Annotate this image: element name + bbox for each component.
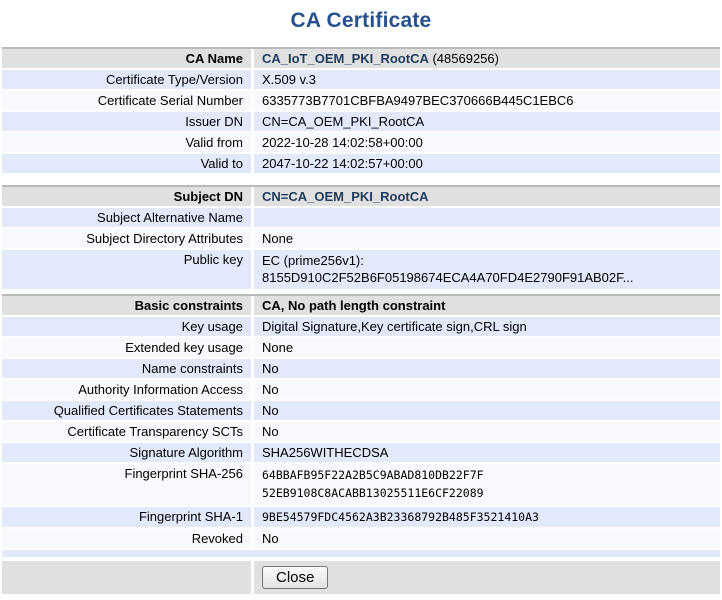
field-label: Public key bbox=[2, 250, 251, 289]
field-value: Digital Signature,Key certificate sign,C… bbox=[254, 317, 720, 336]
close-button[interactable]: Close bbox=[262, 566, 328, 589]
certificate-section: Subject DN CN=CA_OEM_PKI_RootCA Subject … bbox=[2, 185, 720, 289]
field-value: None bbox=[254, 338, 720, 357]
field-label: Valid to bbox=[2, 154, 251, 173]
field-value: No bbox=[254, 359, 720, 378]
field-value-line: EC (prime256v1): bbox=[262, 252, 712, 269]
footer-bar: Close bbox=[2, 561, 720, 594]
field-value-line: 52EB9108C8ACABB13025511E6CF22089 bbox=[262, 484, 712, 502]
certificate-section: CA Name CA_IoT_OEM_PKI_RootCA (48569256)… bbox=[2, 47, 720, 173]
section-header-value-main: CA, No path length constraint bbox=[262, 298, 445, 313]
field-value: No bbox=[254, 422, 720, 441]
field-value: SHA256WITHECDSA bbox=[254, 443, 720, 462]
field-value: 64BBAFB95F22A2B5C9ABAD810DB22F7F52EB9108… bbox=[254, 464, 720, 505]
field-value: 2047-10-22 14:02:57+00:00 bbox=[254, 154, 720, 173]
field-value: No bbox=[254, 380, 720, 399]
field-label: Fingerprint SHA-1 bbox=[2, 507, 251, 527]
field-label: Key usage bbox=[2, 317, 251, 336]
section-header-label: Subject DN bbox=[2, 187, 251, 206]
section-header-value: CA_IoT_OEM_PKI_RootCA (48569256) bbox=[254, 49, 720, 68]
field-label: Subject Directory Attributes bbox=[2, 229, 251, 248]
section-header-value: CN=CA_OEM_PKI_RootCA bbox=[254, 187, 720, 206]
section-header-label: Basic constraints bbox=[2, 296, 251, 315]
field-label: Certificate Serial Number bbox=[2, 91, 251, 110]
separator-row bbox=[2, 550, 720, 557]
field-value: No bbox=[254, 529, 720, 548]
field-value: 6335773B7701CBFBA9497BEC370666B445C1EBC6 bbox=[254, 91, 720, 110]
field-value: CN=CA_OEM_PKI_RootCA bbox=[254, 112, 720, 131]
field-value-line: 8155D910C2F52B6F05198674ECA4A70FD4E2790F… bbox=[262, 269, 712, 286]
field-label: Extended key usage bbox=[2, 338, 251, 357]
footer-button-cell: Close bbox=[254, 561, 720, 594]
field-value bbox=[254, 208, 720, 227]
field-label: Issuer DN bbox=[2, 112, 251, 131]
field-label: Fingerprint SHA-256 bbox=[2, 464, 251, 505]
certificate-section: Basic constraints CA, No path length con… bbox=[2, 294, 720, 548]
section-header-label: CA Name bbox=[2, 49, 251, 68]
field-value: X.509 v.3 bbox=[254, 70, 720, 89]
field-label: Signature Algorithm bbox=[2, 443, 251, 462]
page-title: CA Certificate bbox=[2, 9, 720, 33]
field-value: None bbox=[254, 229, 720, 248]
section-header-value-main: CN=CA_OEM_PKI_RootCA bbox=[262, 189, 429, 204]
section-header-value-main: CA_IoT_OEM_PKI_RootCA bbox=[262, 51, 429, 66]
field-value: EC (prime256v1):8155D910C2F52B6F05198674… bbox=[254, 250, 720, 289]
footer-left-cell bbox=[2, 561, 251, 594]
section-header-value-suffix: (48569256) bbox=[429, 51, 499, 66]
ca-certificate-page: CA Certificate CA Name CA_IoT_OEM_PKI_Ro… bbox=[2, 9, 720, 594]
certificate-sections: CA Name CA_IoT_OEM_PKI_RootCA (48569256)… bbox=[2, 47, 720, 548]
section-header-value: CA, No path length constraint bbox=[254, 296, 720, 315]
field-label: Certificate Type/Version bbox=[2, 70, 251, 89]
field-label: Authority Information Access bbox=[2, 380, 251, 399]
field-label: Qualified Certificates Statements bbox=[2, 401, 251, 420]
field-label: Valid from bbox=[2, 133, 251, 152]
field-value: 2022-10-28 14:02:58+00:00 bbox=[254, 133, 720, 152]
field-value-line: 64BBAFB95F22A2B5C9ABAD810DB22F7F bbox=[262, 466, 712, 484]
field-label: Certificate Transparency SCTs bbox=[2, 422, 251, 441]
field-label: Revoked bbox=[2, 529, 251, 548]
field-value: No bbox=[254, 401, 720, 420]
field-label: Subject Alternative Name bbox=[2, 208, 251, 227]
field-label: Name constraints bbox=[2, 359, 251, 378]
field-value: 9BE54579FDC4562A3B23368792B485F3521410A3 bbox=[254, 507, 720, 527]
